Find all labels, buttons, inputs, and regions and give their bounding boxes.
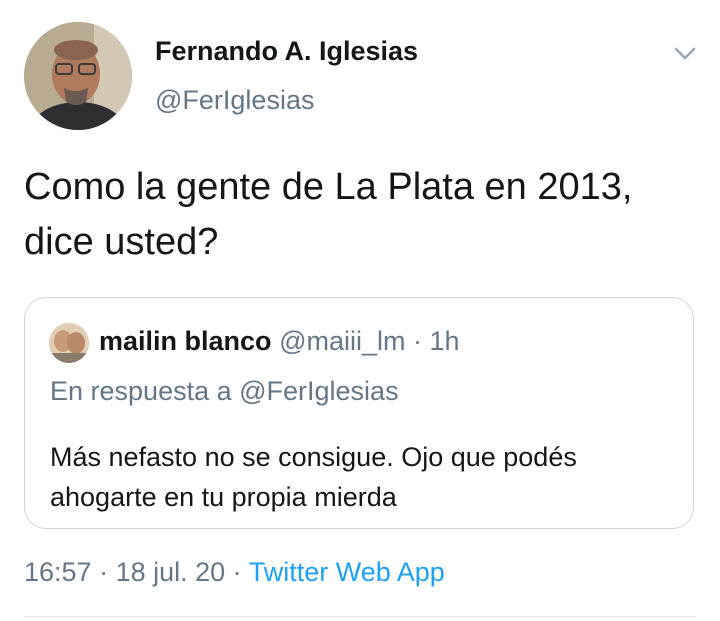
quoted-author-name[interactable]: mailin blanco — [99, 326, 272, 356]
quoted-author-handle[interactable]: @maiii_lm — [279, 326, 405, 356]
divider — [24, 616, 696, 617]
chevron-down-icon[interactable] — [670, 38, 700, 68]
quoted-header: mailin blanco @maiii_lm · 1h — [99, 325, 460, 357]
author-name[interactable]: Fernando A. Iglesias — [155, 36, 418, 67]
tweet-source-link[interactable]: Twitter Web App — [249, 557, 445, 587]
quoted-tweet-card[interactable]: mailin blanco @maiii_lm · 1h En respuest… — [24, 297, 694, 529]
tweet-time[interactable]: 16:57 — [24, 557, 92, 587]
timestamp-row: 16:57 · 18 jul. 20 · Twitter Web App — [24, 557, 445, 588]
author-handle[interactable]: @FerIglesias — [155, 85, 314, 116]
quoted-text: Más nefasto no se consigue. Ojo que podé… — [50, 442, 577, 512]
tweet-date[interactable]: 18 jul. 20 — [116, 557, 226, 587]
author-avatar[interactable] — [24, 22, 132, 130]
reply-context: En respuesta a @FerIglesias — [50, 376, 399, 406]
time-date-separator: · — [91, 557, 116, 587]
quoted-author-avatar[interactable] — [49, 323, 89, 363]
tweet-text: Como la gente de La Plata en 2013, dice … — [24, 166, 633, 263]
quoted-separator: · — [405, 326, 430, 356]
date-source-separator: · — [225, 557, 249, 587]
quoted-age[interactable]: 1h — [429, 326, 459, 356]
